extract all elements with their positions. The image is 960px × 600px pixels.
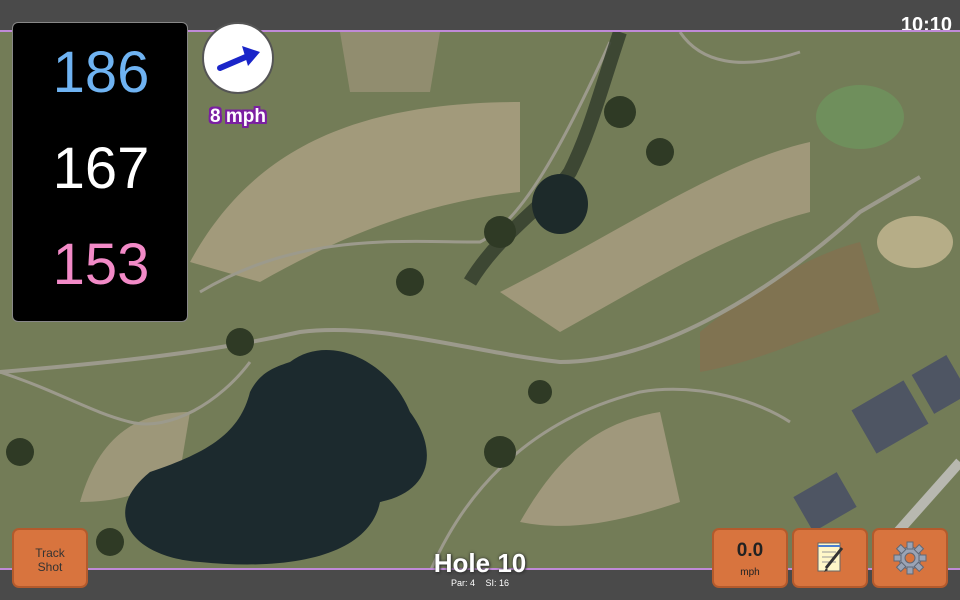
back-distance: 186 — [52, 40, 150, 105]
track-shot-label-line2: Shot — [37, 560, 63, 574]
hole-stroke-index: SI: 16 — [485, 578, 510, 588]
middle-distance: 167 — [52, 136, 150, 201]
arrow-up-right-icon — [217, 46, 260, 71]
gear-icon — [893, 541, 927, 575]
wind-indicator — [202, 22, 274, 94]
hole-info: Par: 4 SI: 16 — [400, 578, 560, 588]
notepad-icon — [817, 542, 844, 572]
notes-button[interactable] — [792, 528, 868, 588]
front-distance: 153 — [52, 232, 150, 297]
track-shot-button[interactable]: Track Shot — [12, 528, 88, 588]
settings-button[interactable] — [872, 528, 948, 588]
track-shot-label-line1: Track — [35, 546, 65, 560]
speed-button[interactable]: 0.0 mph — [712, 528, 788, 588]
distance-panel: 186 167 153 — [12, 22, 188, 322]
hole-par: Par: 4 — [450, 578, 475, 588]
speed-value: 0.0 — [736, 540, 764, 561]
wind-speed: 8 mph — [210, 106, 266, 127]
speed-unit: mph — [740, 567, 760, 578]
hole-title: Hole 10 — [433, 548, 527, 578]
